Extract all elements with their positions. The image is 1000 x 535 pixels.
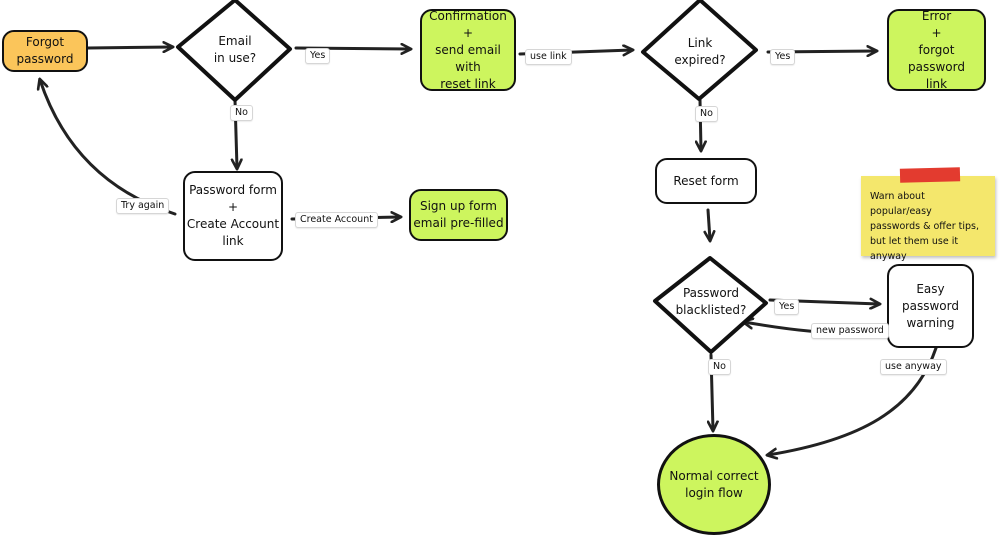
node-text: Normal correct xyxy=(669,468,759,483)
node-confirmation: Confirmation + send email with reset link xyxy=(420,9,516,91)
note-tape xyxy=(899,167,961,183)
node-text: Forgot xyxy=(25,35,65,49)
node-text: email pre-filled xyxy=(413,216,504,230)
node-text: password xyxy=(16,52,74,66)
node-text: Error xyxy=(921,8,952,23)
node-text: Link xyxy=(687,36,713,50)
edge-label-no: No xyxy=(695,106,718,122)
node-email-in-use: Email in use? xyxy=(190,30,280,70)
node-text: Email xyxy=(218,34,252,48)
node-normal-login: Normal correct login flow xyxy=(657,434,771,535)
node-signup-form: Sign up form email pre-filled xyxy=(409,189,508,241)
node-text: Password xyxy=(682,286,740,300)
node-text: + xyxy=(931,25,942,40)
edge-label-use-link: use link xyxy=(525,49,572,65)
note-text: passwords & offer tips, xyxy=(870,221,979,232)
node-text: in use? xyxy=(213,51,257,65)
edge-label-no: No xyxy=(230,105,253,121)
node-text: forgot password xyxy=(908,42,965,74)
edge-label-try-again: Try again xyxy=(116,198,170,214)
edge-label-create-account: Create Account xyxy=(295,212,378,228)
node-text: Reset form xyxy=(673,173,739,188)
node-text: blacklisted? xyxy=(675,303,747,317)
node-text: Easy password xyxy=(902,281,959,313)
edge-label-no: No xyxy=(708,359,731,375)
edge-try-again xyxy=(40,80,177,216)
edge-forgot-to-email xyxy=(86,47,172,48)
node-error: Error + forgot password link xyxy=(887,9,986,91)
edge-label-new-password: new password xyxy=(811,323,889,339)
node-text: Sign up form xyxy=(419,199,497,213)
node-text: reset link xyxy=(440,76,496,91)
node-text: login flow xyxy=(685,485,743,500)
node-password-form: Password form + Create Account link xyxy=(183,171,283,261)
note-text: but let them use it xyxy=(870,236,959,247)
node-reset-form: Reset form xyxy=(655,158,757,204)
edge-reset-to-blacklisted xyxy=(708,208,710,240)
node-text: send email with xyxy=(435,42,501,74)
node-text: link xyxy=(222,234,244,248)
node-text: Confirmation xyxy=(429,8,507,23)
edge-label-use-anyway: use anyway xyxy=(880,359,947,375)
edge-label-yes: Yes xyxy=(305,48,331,64)
node-text: + xyxy=(227,200,239,214)
node-text: Create Account xyxy=(186,217,280,231)
edge-label-yes: Yes xyxy=(774,299,800,315)
node-text: warning xyxy=(906,315,955,330)
node-forgot-password: Forgot password xyxy=(2,30,88,72)
edge-label-yes: Yes xyxy=(770,49,796,65)
node-text: expired? xyxy=(674,53,726,67)
node-password-blacklisted: Password blacklisted? xyxy=(660,284,762,320)
note-text: anyway xyxy=(870,251,907,262)
note-text: Warn about popular/easy xyxy=(870,191,932,217)
node-text: + xyxy=(462,25,474,40)
sticky-note: Warn about popular/easy passwords & offe… xyxy=(861,176,995,262)
node-link-expired: Link expired? xyxy=(655,32,745,72)
node-text: Password form xyxy=(189,183,277,197)
node-text: link xyxy=(925,76,948,91)
node-easy-password-warning: Easy password warning xyxy=(887,264,974,348)
